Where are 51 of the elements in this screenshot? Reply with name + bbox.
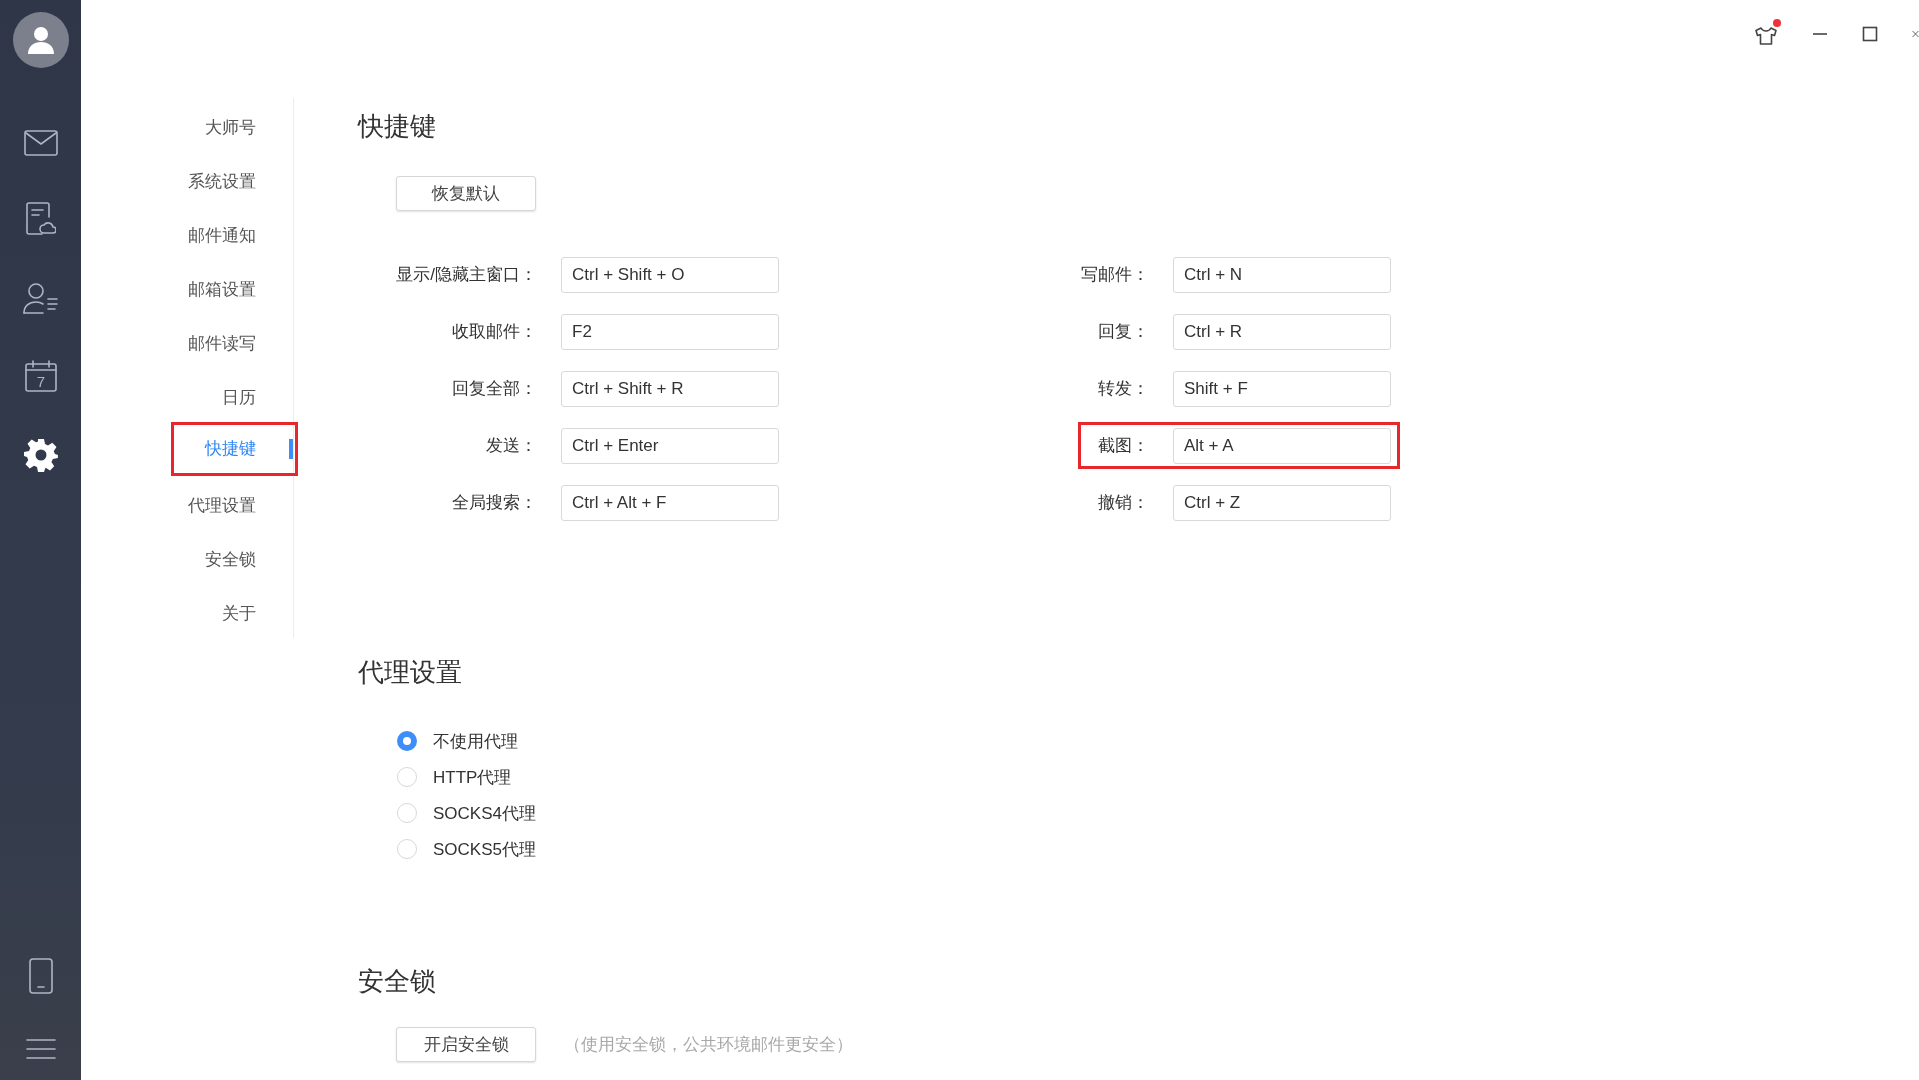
shortcut-label: 截图：	[1097, 435, 1149, 457]
shortcut-label: 回复：	[1097, 321, 1149, 343]
settings-nav-item[interactable]: 邮件通知	[171, 206, 298, 260]
selection-indicator	[289, 439, 293, 459]
shortcut-label: 转发：	[1097, 378, 1149, 400]
shortcut-field[interactable]: Ctrl + Shift + R	[561, 370, 779, 407]
shortcut-field[interactable]: F2	[561, 313, 779, 350]
shortcut-field[interactable]: Alt + A	[1173, 427, 1391, 464]
radio-button[interactable]	[397, 731, 417, 751]
settings-nav-item[interactable]: 日历	[171, 368, 298, 422]
mail-icon[interactable]	[23, 130, 58, 156]
settings-nav-item[interactable]: 代理设置	[171, 476, 298, 530]
settings-nav-item[interactable]: 邮箱设置	[171, 260, 298, 314]
settings-nav-item[interactable]: 安全锁	[171, 530, 298, 584]
contact-list-icon[interactable]	[22, 282, 59, 314]
calendar-icon[interactable]: 7	[24, 360, 57, 392]
shortcut-label: 发送：	[485, 435, 537, 457]
radio-label[interactable]: 不使用代理	[433, 729, 518, 753]
settings-nav-item[interactable]: 大师号	[171, 98, 298, 152]
shortcut-label: 收取邮件：	[451, 321, 537, 343]
section-title: 安全锁	[358, 965, 436, 998]
maximize-icon[interactable]	[1862, 26, 1878, 42]
settings-nav-item[interactable]: 快捷键	[171, 422, 298, 476]
settings-nav-item[interactable]: 系统设置	[171, 152, 298, 206]
shortcut-label: 写邮件：	[1081, 264, 1149, 286]
shortcut-label: 撤销：	[1097, 492, 1149, 514]
skin-icon[interactable]	[1754, 22, 1778, 46]
shortcut-field[interactable]: Ctrl + N	[1173, 256, 1391, 293]
shortcut-label: 显示/隐藏主窗口：	[396, 264, 537, 286]
shortcut-label: 全局搜索：	[451, 492, 537, 514]
section-title: 代理设置	[358, 656, 462, 689]
gear-icon[interactable]	[23, 438, 58, 472]
section-title: 快捷键	[358, 110, 436, 143]
enable-lock-button[interactable]: 开启安全锁	[396, 1027, 536, 1062]
shortcut-field[interactable]: Ctrl + R	[1173, 313, 1391, 350]
radio-label[interactable]: SOCKS4代理	[433, 801, 536, 825]
document-cloud-icon[interactable]	[25, 202, 56, 236]
shortcut-field[interactable]: Ctrl + Shift + O	[561, 256, 779, 293]
hint-text: （使用安全锁，公共环境邮件更安全）	[564, 1034, 853, 1056]
shortcut-field[interactable]: Ctrl + Enter	[561, 427, 779, 464]
phone-icon[interactable]	[28, 958, 53, 994]
settings-nav-item[interactable]: 邮件读写	[171, 314, 298, 368]
menu-icon[interactable]	[25, 1038, 56, 1060]
shortcut-field[interactable]: Ctrl + Z	[1173, 484, 1391, 521]
shortcut-label: 回复全部：	[451, 378, 537, 400]
settings-nav-item[interactable]: 关于	[171, 584, 298, 638]
radio-label[interactable]: HTTP代理	[433, 765, 512, 789]
radio-label[interactable]: SOCKS5代理	[433, 837, 536, 861]
shortcut-field[interactable]: Ctrl + Alt + F	[561, 484, 779, 521]
shortcut-field[interactable]: Shift + F	[1173, 370, 1391, 407]
restore-defaults-button[interactable]: 恢复默认	[396, 176, 536, 211]
